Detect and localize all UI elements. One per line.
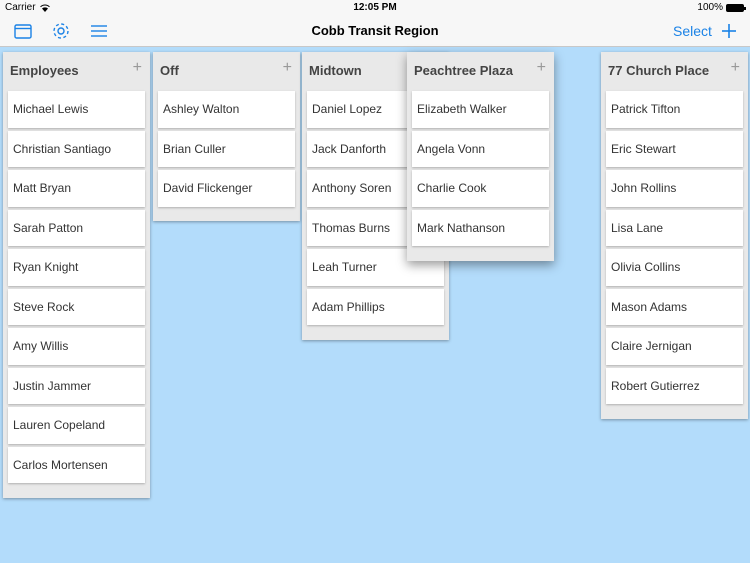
column-title: Peachtree Plaza [414,63,514,78]
employee-card[interactable]: Sarah Patton [8,209,145,246]
battery-indicator: 100% [697,2,746,13]
employee-card[interactable]: Olivia Collins [606,249,743,286]
employee-card[interactable]: Robert Gutierrez [606,367,743,404]
column-off: Off + Ashley Walton Brian Culler David F… [153,52,300,221]
employee-card[interactable]: Ashley Walton [158,91,295,128]
column-title: Employees [10,63,79,78]
add-card-icon[interactable]: + [283,60,292,76]
employee-card[interactable]: Elizabeth Walker [412,91,549,128]
select-button[interactable]: Select [673,23,712,39]
employee-card[interactable]: Ryan Knight [8,249,145,286]
employee-card[interactable]: Charlie Cook [412,170,549,207]
column-header: 77 Church Place + [601,52,748,88]
add-card-icon[interactable]: + [537,60,546,76]
column-title: Midtown [309,63,362,78]
status-bar: Carrier 12:05 PM 100% [0,0,750,16]
column-title: 77 Church Place [608,63,710,78]
employee-card[interactable]: Matt Bryan [8,170,145,207]
column-title: Off [160,63,179,78]
clock: 12:05 PM [353,2,397,13]
column-employees: Employees + Michael Lewis Christian Sant… [3,52,150,498]
navigation-bar: Cobb Transit Region Select [0,16,750,47]
employee-card[interactable]: David Flickenger [158,170,295,207]
column-77-church-place: 77 Church Place + Patrick Tifton Eric St… [601,52,748,419]
employee-card[interactable]: Justin Jammer [8,367,145,404]
add-card-icon[interactable]: + [133,60,142,76]
employee-card[interactable]: Brian Culler [158,130,295,167]
employee-card[interactable]: Eric Stewart [606,130,743,167]
column-peachtree-plaza[interactable]: Peachtree Plaza + Elizabeth Walker Angel… [407,52,554,261]
employee-card[interactable]: Mason Adams [606,288,743,325]
employee-card[interactable]: Michael Lewis [8,91,145,128]
employee-card[interactable]: Claire Jernigan [606,328,743,365]
plus-icon[interactable] [719,21,739,41]
column-header: Peachtree Plaza + [407,52,554,88]
battery-icon [726,3,746,12]
employee-card[interactable]: Mark Nathanson [412,209,549,246]
employee-card[interactable]: Patrick Tifton [606,91,743,128]
employee-card[interactable]: Angela Vonn [412,130,549,167]
employee-card[interactable]: Lisa Lane [606,209,743,246]
battery-percent: 100% [697,2,723,13]
column-header: Off + [153,52,300,88]
employee-card[interactable]: Steve Rock [8,288,145,325]
column-header: Employees + [3,52,150,88]
employee-card[interactable]: Christian Santiago [8,130,145,167]
add-card-icon[interactable]: + [731,60,740,76]
employee-card[interactable]: Amy Willis [8,328,145,365]
employee-card[interactable]: Carlos Mortensen [8,446,145,483]
employee-card[interactable]: Lauren Copeland [8,407,145,444]
page-title: Cobb Transit Region [311,23,439,38]
employee-card[interactable]: John Rollins [606,170,743,207]
employee-card[interactable]: Adam Phillips [307,288,444,325]
